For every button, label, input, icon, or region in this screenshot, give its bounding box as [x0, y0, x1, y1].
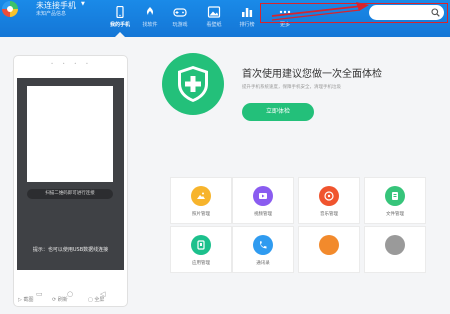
tile-files[interactable]: 文件管理	[364, 177, 426, 224]
refresh-label: 刷新	[57, 297, 68, 303]
phone-speaker: • • • •	[50, 61, 93, 66]
tile-apps[interactable]: 应用管理	[170, 226, 232, 273]
arrow-icon	[271, 2, 369, 21]
tile-videos[interactable]: 视频管理	[232, 177, 294, 224]
health-check-badge	[162, 53, 224, 115]
tile-label: 文件管理	[386, 212, 404, 217]
tab-label: 我的手机	[109, 22, 130, 28]
tile-tools[interactable]	[298, 226, 360, 273]
tool-icon	[319, 235, 339, 255]
gamepad-icon	[173, 8, 187, 17]
health-check-title: 首次使用建议您做一次全面体检	[242, 69, 382, 80]
photo-icon	[191, 186, 211, 206]
music-icon	[319, 186, 339, 206]
tile-label: 视频管理	[254, 212, 272, 217]
tile-photos[interactable]: 照片管理	[170, 177, 232, 224]
tab-label: 玩游戏	[172, 22, 188, 28]
phone-panel: • • • • 扫描二维码即可进行连接 提示：也可以使用USB数据线连接 ▭ ○…	[0, 37, 140, 314]
screenshot-button[interactable]: ▷ 截图	[18, 296, 33, 303]
start-check-button[interactable]: 立即体检	[242, 103, 314, 121]
tile-more-tools[interactable]	[364, 226, 426, 273]
tile-label: 通讯录	[256, 261, 270, 266]
contacts-icon	[253, 235, 273, 255]
tile-label: 照片管理	[192, 212, 210, 217]
usb-hint-text[interactable]: 提示：也可以使用USB数据线连接	[19, 246, 122, 253]
fullscreen-label: 全屏	[94, 297, 105, 303]
tile-contacts[interactable]: 通讯录	[232, 226, 294, 273]
tab-label: 找软件	[142, 22, 158, 28]
chart-icon	[242, 8, 253, 17]
tab-rankings[interactable]: 排行榜	[232, 0, 262, 37]
tile-label: 音乐管理	[320, 212, 338, 217]
app-store-icon	[146, 7, 154, 15]
menu-key-icon: ▭	[36, 290, 43, 298]
app-logo	[2, 1, 18, 17]
scan-instruction: 扫描二维码即可进行连接	[27, 189, 113, 199]
qr-code	[27, 86, 113, 182]
video-icon	[253, 186, 273, 206]
screenshot-label: 截图	[23, 297, 34, 303]
tab-label: 看壁纸	[206, 22, 222, 28]
tab-my-phone[interactable]: 我的手机	[103, 0, 137, 37]
phone-mockup: • • • • 扫描二维码即可进行连接 提示：也可以使用USB数据线连接 ▭ ○…	[13, 55, 128, 307]
tab-wallpapers[interactable]: 看壁纸	[199, 0, 229, 37]
shield-plus-icon	[178, 66, 208, 102]
main-content: 首次使用建议您做一次全面体检 提升手机系统速度，保障手机安全，清理手机垃圾 立即…	[140, 37, 450, 314]
wallpaper-icon	[207, 6, 221, 18]
tab-find-apps[interactable]: 找软件	[135, 0, 165, 37]
phone-icon	[116, 6, 124, 18]
tab-label: 排行榜	[239, 22, 255, 28]
phone-screen: 扫描二维码即可进行连接 提示：也可以使用USB数据线连接	[17, 78, 124, 270]
folder-icon	[385, 186, 405, 206]
tab-games[interactable]: 玩游戏	[165, 0, 195, 37]
tile-label: 应用管理	[192, 261, 210, 266]
chevron-down-icon[interactable]: ▼	[81, 1, 85, 7]
device-info-text: 未知产品信息	[36, 11, 67, 17]
health-check-description: 提升手机系统速度，保障手机安全，清理手机垃圾	[242, 85, 341, 90]
more-tools-icon	[385, 235, 405, 255]
tile-music[interactable]: 音乐管理	[298, 177, 360, 224]
refresh-button[interactable]: ⟳ 刷新	[52, 296, 68, 303]
fullscreen-button[interactable]: ▢ 全屏	[88, 296, 104, 303]
apps-icon	[191, 235, 211, 255]
